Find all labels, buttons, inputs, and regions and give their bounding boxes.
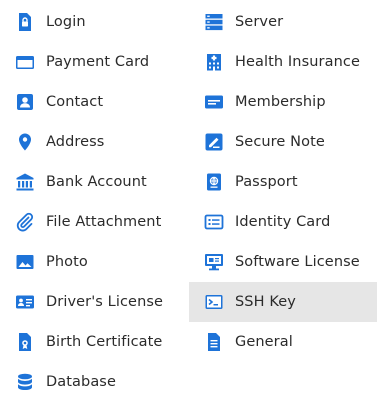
monitor-icon [203,251,225,273]
item-type-database[interactable]: Database [0,362,188,402]
identity-card-icon [203,211,225,233]
passport-icon [203,171,225,193]
item-type-address[interactable]: Address [0,122,188,162]
membership-card-icon [203,91,225,113]
item-type-list-left: Login Payment Card Contact Address Bank … [0,2,188,402]
database-icon [14,371,36,393]
item-type-membership[interactable]: Membership [189,82,377,122]
item-type-list-right: Server Health Insurance Membership Secur… [189,2,377,362]
item-type-secure-note[interactable]: Secure Note [189,122,377,162]
item-type-passport[interactable]: Passport [189,162,377,202]
item-type-label: General [235,334,293,350]
item-type-label: Software License [235,254,360,270]
item-type-label: Birth Certificate [46,334,163,350]
health-building-icon [203,51,225,73]
terminal-icon [203,291,225,313]
item-type-payment-card[interactable]: Payment Card [0,42,188,82]
item-type-label: SSH Key [235,294,296,310]
item-type-label: Database [46,374,116,390]
item-type-server[interactable]: Server [189,2,377,42]
photo-icon [14,251,36,273]
item-type-label: Login [46,14,86,30]
contact-icon [14,91,36,113]
item-type-label: Secure Note [235,134,325,150]
item-type-birth-certificate[interactable]: Birth Certificate [0,322,188,362]
paperclip-icon [14,211,36,233]
item-type-label: Payment Card [46,54,150,70]
item-type-label: Driver's License [46,294,164,310]
item-type-ssh-key[interactable]: SSH Key [189,282,377,322]
item-type-label: Passport [235,174,298,190]
item-type-identity-card[interactable]: Identity Card [189,202,377,242]
item-type-drivers-license[interactable]: Driver's License [0,282,188,322]
item-type-file-attachment[interactable]: File Attachment [0,202,188,242]
id-card-icon [14,291,36,313]
item-type-label: Contact [46,94,104,110]
item-type-label: Membership [235,94,326,110]
server-icon [203,11,225,33]
item-type-label: Address [46,134,105,150]
item-type-label: Server [235,14,284,30]
item-type-label: Health Insurance [235,54,360,70]
item-type-contact[interactable]: Contact [0,82,188,122]
item-type-label: Identity Card [235,214,331,230]
credit-card-icon [14,51,36,73]
item-type-login[interactable]: Login [0,2,188,42]
certificate-icon [14,331,36,353]
item-type-label: Photo [46,254,88,270]
item-type-label: File Attachment [46,214,162,230]
item-type-photo[interactable]: Photo [0,242,188,282]
item-type-bank-account[interactable]: Bank Account [0,162,188,202]
note-pen-icon [203,131,225,153]
map-pin-icon [14,131,36,153]
item-type-general[interactable]: General [189,322,377,362]
bank-icon [14,171,36,193]
item-type-software-license[interactable]: Software License [189,242,377,282]
lock-icon [14,11,36,33]
item-type-label: Bank Account [46,174,147,190]
item-type-health-insurance[interactable]: Health Insurance [189,42,377,82]
document-icon [203,331,225,353]
